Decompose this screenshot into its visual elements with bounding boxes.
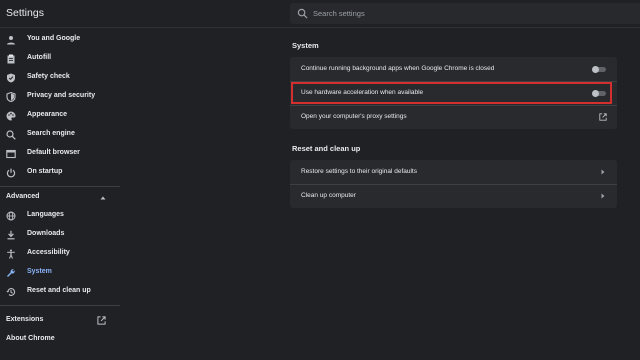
shield-icon	[6, 92, 16, 102]
sidebar-item-appearance[interactable]: Appearance	[0, 107, 120, 125]
search-input[interactable]	[313, 5, 613, 22]
sidebar-item-label: Privacy and security	[27, 92, 96, 99]
sidebar-item-label: Appearance	[27, 111, 68, 118]
setting-row-clean-up-computer[interactable]: Clean up computer	[290, 184, 617, 208]
app-title: Settings	[6, 7, 44, 19]
sidebar-item-safety-check[interactable]: Safety check	[0, 69, 120, 87]
setting-row-background-apps[interactable]: Continue running background apps when Go…	[290, 57, 617, 81]
sidebar-item-you-and-google[interactable]: You and Google	[0, 31, 120, 49]
sidebar-item-label: Downloads	[27, 230, 65, 237]
chevron-right-icon	[601, 169, 605, 175]
search-box[interactable]	[290, 3, 640, 24]
sidebar-item-on-startup[interactable]: On startup	[0, 164, 120, 182]
palette-icon	[6, 111, 16, 121]
sidebar-item-label: Search engine	[27, 130, 75, 137]
sidebar-item-reset-and-clean-up[interactable]: Reset and clean up	[0, 283, 120, 301]
setting-row-restore-defaults[interactable]: Restore settings to their original defau…	[290, 160, 617, 184]
setting-label: Clean up computer	[301, 192, 356, 199]
sidebar-item-accessibility[interactable]: Accessibility	[0, 245, 120, 263]
sidebar-item-label: Autofill	[27, 54, 52, 61]
external-link-icon[interactable]	[599, 113, 607, 121]
history-icon	[6, 288, 16, 296]
section-title-system: System	[292, 41, 319, 50]
setting-label: Restore settings to their original defau…	[301, 168, 417, 175]
setting-label: Use hardware acceleration when available	[301, 89, 424, 96]
download-icon	[7, 230, 15, 240]
sidebar-item-label: System	[27, 268, 52, 275]
sidebar-item-downloads[interactable]: Downloads	[0, 226, 120, 244]
sidebar-item-label: On startup	[27, 168, 63, 175]
sidebar-item-languages[interactable]: Languages	[0, 207, 120, 225]
sidebar-item-about-chrome[interactable]: About Chrome	[0, 331, 120, 349]
sidebar-item-label: Default browser	[27, 149, 80, 156]
chevron-up-icon	[100, 196, 106, 200]
sidebar-item-default-browser[interactable]: Default browser	[0, 145, 120, 163]
external-link-icon	[97, 316, 106, 325]
accessibility-icon	[7, 249, 15, 259]
sidebar-item-label: You and Google	[27, 35, 81, 42]
top-bar: Settings	[0, 0, 640, 28]
setting-row-proxy-settings[interactable]: Open your computer's proxy settings	[290, 105, 617, 129]
sidebar: You and Google Autofill Safety check Pri…	[0, 28, 120, 360]
person-icon	[7, 36, 15, 45]
hardware-acceleration-toggle[interactable]	[592, 90, 606, 97]
sidebar-item-label: About Chrome	[6, 335, 55, 342]
sidebar-item-search-engine[interactable]: Search engine	[0, 126, 120, 144]
toggle-knob	[592, 90, 599, 97]
section-title-reset: Reset and clean up	[292, 144, 361, 153]
search-icon	[297, 8, 308, 19]
background-apps-toggle[interactable]	[592, 66, 606, 73]
sidebar-item-extensions[interactable]: Extensions	[0, 312, 120, 330]
globe-icon	[6, 211, 16, 221]
sidebar-item-system[interactable]: System	[0, 264, 120, 282]
system-card: Continue running background apps when Go…	[290, 57, 617, 129]
sidebar-item-label: Extensions	[6, 316, 44, 323]
clipboard-icon	[7, 54, 15, 64]
setting-row-hardware-acceleration[interactable]: Use hardware acceleration when available	[290, 81, 617, 105]
sidebar-item-label: Reset and clean up	[27, 287, 91, 294]
sidebar-item-label: Safety check	[27, 73, 70, 80]
search-icon	[6, 130, 16, 140]
browser-icon	[6, 149, 16, 159]
toggle-knob	[592, 66, 599, 73]
power-icon	[6, 168, 16, 178]
sidebar-item-label: Accessibility	[27, 249, 70, 256]
sidebar-divider	[0, 186, 120, 187]
sidebar-item-label: Languages	[27, 211, 64, 218]
shield-check-icon	[7, 73, 15, 83]
chevron-right-icon	[601, 193, 605, 199]
setting-label: Open your computer's proxy settings	[301, 113, 407, 120]
setting-label: Continue running background apps when Go…	[301, 65, 495, 72]
sidebar-divider	[0, 305, 120, 306]
reset-card: Restore settings to their original defau…	[290, 160, 617, 208]
advanced-label: Advanced	[6, 193, 40, 200]
wrench-icon	[7, 269, 15, 277]
sidebar-item-autofill[interactable]: Autofill	[0, 50, 120, 68]
sidebar-item-privacy-and-security[interactable]: Privacy and security	[0, 88, 120, 106]
sidebar-advanced-toggle[interactable]: Advanced	[0, 189, 120, 207]
